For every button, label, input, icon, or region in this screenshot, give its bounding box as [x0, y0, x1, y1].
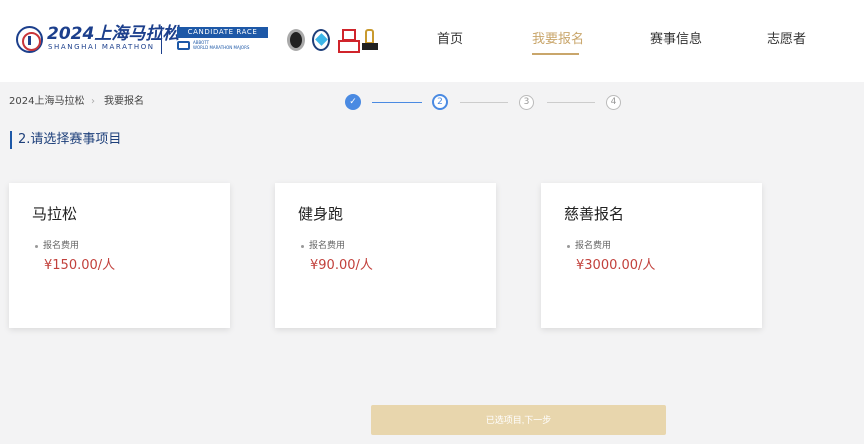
step-connector-2: [460, 102, 508, 103]
aims-logo-icon: [312, 29, 330, 51]
breadcrumb-current: 我要报名: [104, 96, 144, 107]
logo-title[interactable]: 2024上海马拉松: [47, 25, 179, 43]
event-card-marathon[interactable]: 马拉松 报名费用 ¥150.00/人: [9, 183, 230, 328]
event-name: 健身跑: [298, 205, 344, 223]
breadcrumb-chevron-icon: ›: [91, 96, 95, 107]
sponsor-logo-1-icon: [287, 29, 305, 51]
section-title: 2.请选择赛事项目: [18, 132, 122, 147]
event-card-charity[interactable]: 慈善报名 报名费用 ¥3000.00/人: [541, 183, 762, 328]
top-header: 2024上海马拉松 SHANGHAI MARATHON CANDIDATE RA…: [0, 0, 864, 82]
logo-divider: [161, 26, 162, 54]
section-title-bar: [10, 131, 12, 149]
abbott-text: ABBOTT WORLD MARATHON MAJORS: [193, 40, 250, 50]
gold-label-logo-icon: [362, 29, 378, 51]
athletics-association-logo-icon: [338, 29, 360, 53]
step-1-done: ✓: [345, 94, 361, 110]
fee-label: 报名费用: [575, 241, 612, 251]
nav-event-info[interactable]: 赛事信息: [650, 31, 702, 49]
step-connector-3: [547, 102, 595, 103]
abbott-logo-icon: [177, 41, 190, 50]
step-2-current: 2: [432, 94, 448, 110]
event-price: ¥3000.00/人: [576, 258, 656, 273]
next-step-button[interactable]: 已选项目,下一步: [371, 405, 666, 435]
breadcrumb-home[interactable]: 2024上海马拉松: [9, 95, 84, 109]
event-name: 慈善报名: [564, 205, 625, 223]
nav-home[interactable]: 首页: [437, 31, 463, 49]
event-card-fun-run[interactable]: 健身跑 报名费用 ¥90.00/人: [275, 183, 496, 328]
nav-register[interactable]: 我要报名: [532, 31, 584, 49]
nav-active-underline: [532, 53, 579, 55]
bullet-icon: [35, 245, 38, 248]
candidate-race-badge: CANDIDATE RACE: [177, 27, 268, 38]
fee-label: 报名费用: [309, 241, 346, 251]
bullet-icon: [301, 245, 304, 248]
event-price: ¥150.00/人: [44, 258, 116, 273]
fee-label: 报名费用: [43, 241, 80, 251]
step-connector-1: [372, 102, 422, 103]
step-4: 4: [606, 95, 621, 110]
check-icon: ✓: [349, 97, 357, 107]
step-3: 3: [519, 95, 534, 110]
marathon-emblem-icon: [16, 26, 43, 53]
nav-volunteer[interactable]: 志愿者: [767, 31, 806, 49]
event-price: ¥90.00/人: [310, 258, 373, 273]
bullet-icon: [567, 245, 570, 248]
logo-subtitle: SHANGHAI MARATHON: [48, 43, 155, 51]
event-name: 马拉松: [32, 205, 78, 223]
